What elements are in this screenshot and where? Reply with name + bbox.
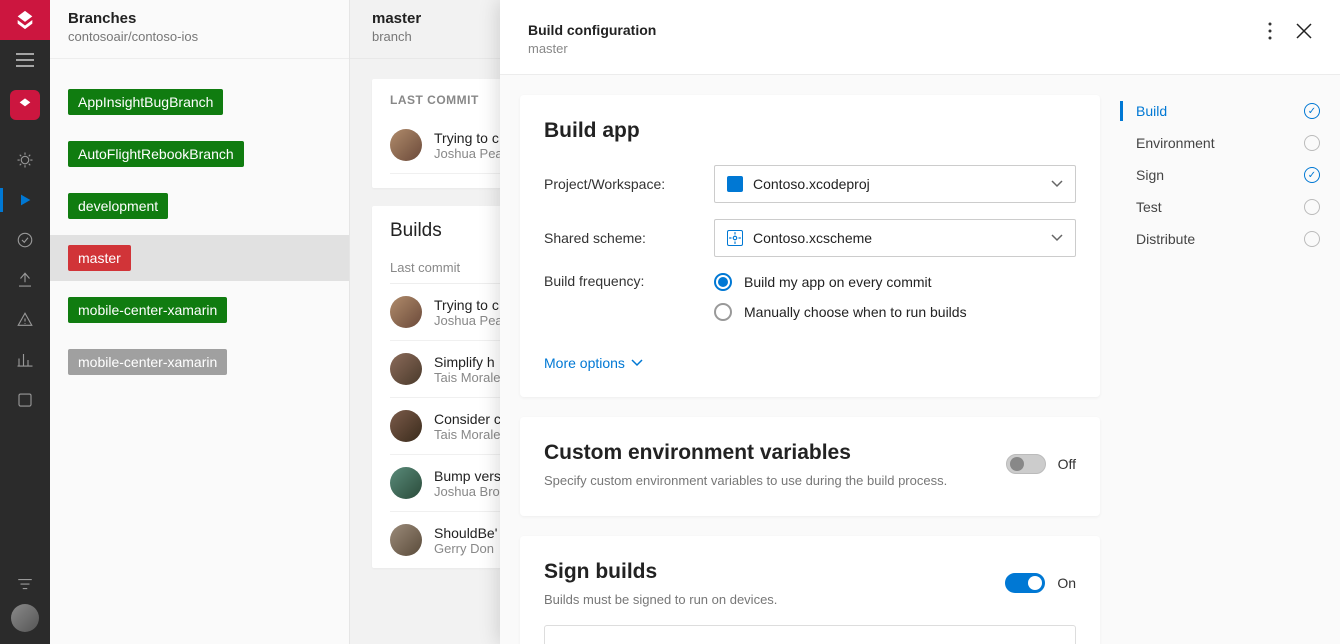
- main-column: master branch LAST COMMIT Trying to c Jo…: [350, 0, 1340, 644]
- commit-avatar: [390, 129, 422, 161]
- build-app-card: Build app Project/Workspace: Contoso.xco…: [520, 95, 1100, 397]
- branch-item[interactable]: AppInsightBugBranch: [68, 89, 223, 115]
- commit-avatar: [390, 524, 422, 556]
- radio-label: Build my app on every commit: [744, 274, 932, 290]
- user-avatar[interactable]: [11, 604, 39, 632]
- commit-avatar: [390, 353, 422, 385]
- env-desc: Specify custom environment variables to …: [544, 473, 1076, 488]
- panel-side-nav: Build Environment Sign Test Distribute: [1120, 95, 1320, 624]
- repo-path: contosoair/contoso-ios: [68, 29, 331, 44]
- project-value: Contoso.xcodeproj: [753, 176, 1041, 192]
- more-options-text: More options: [544, 355, 625, 371]
- chevron-down-icon: [631, 359, 643, 367]
- build-config-panel: Build configuration master Build app Pro…: [500, 0, 1340, 644]
- more-menu-icon[interactable]: [1268, 22, 1272, 40]
- branches-title: Branches: [68, 10, 331, 27]
- radio-icon: [714, 273, 732, 291]
- xcode-project-icon: [727, 176, 743, 192]
- branch-item[interactable]: mobile-center-xamarin: [68, 349, 227, 375]
- panel-title: Build configuration: [528, 22, 656, 38]
- commit-avatar: [390, 467, 422, 499]
- nav-analytics-icon[interactable]: [0, 340, 50, 380]
- env-toggle-state: Off: [1058, 456, 1076, 472]
- freq-option-manual[interactable]: Manually choose when to run builds: [714, 303, 1076, 321]
- hamburger-menu[interactable]: [0, 40, 50, 80]
- freq-option-every-commit[interactable]: Build my app on every commit: [714, 273, 1076, 291]
- side-nav-label: Environment: [1136, 135, 1215, 151]
- side-nav-sign[interactable]: Sign: [1120, 159, 1320, 191]
- frequency-label: Build frequency:: [544, 273, 714, 289]
- side-nav-test[interactable]: Test: [1120, 191, 1320, 223]
- env-toggle[interactable]: [1006, 454, 1046, 474]
- branches-header: Branches contosoair/contoso-ios: [50, 0, 349, 59]
- status-circle-icon: [1304, 199, 1320, 215]
- current-app-icon[interactable]: [10, 90, 40, 120]
- branch-item[interactable]: AutoFlightRebookBranch: [68, 141, 244, 167]
- side-nav-build[interactable]: Build: [1120, 95, 1320, 127]
- sign-builds-card: Sign builds On Builds must be signed to …: [520, 536, 1100, 644]
- side-nav-label: Test: [1136, 199, 1162, 215]
- side-nav-distribute[interactable]: Distribute: [1120, 223, 1320, 255]
- scheme-select[interactable]: Contoso.xcscheme: [714, 219, 1076, 257]
- scheme-label: Shared scheme:: [544, 230, 714, 246]
- more-options-link[interactable]: More options: [544, 355, 643, 371]
- scheme-value: Contoso.xcscheme: [753, 230, 1041, 246]
- panel-subtitle: master: [528, 41, 656, 56]
- nav-test-icon[interactable]: [0, 220, 50, 260]
- nav-build-icon[interactable]: [0, 180, 50, 220]
- chevron-down-icon: [1051, 234, 1063, 242]
- radio-label: Manually choose when to run builds: [744, 304, 967, 320]
- sign-desc: Builds must be signed to run on devices.: [544, 592, 1076, 607]
- sign-title: Sign builds: [544, 560, 657, 584]
- branch-list: AppInsightBugBranch AutoFlightRebookBran…: [50, 59, 349, 419]
- side-nav-label: Build: [1136, 103, 1167, 119]
- commit-avatar: [390, 410, 422, 442]
- status-done-icon: [1304, 103, 1320, 119]
- sign-toggle[interactable]: [1005, 573, 1045, 593]
- scheme-icon: [727, 230, 743, 246]
- build-app-title: Build app: [544, 119, 1076, 143]
- radio-icon: [714, 303, 732, 321]
- app-logo[interactable]: [0, 0, 50, 40]
- side-nav-label: Distribute: [1136, 231, 1195, 247]
- branches-column: Branches contosoair/contoso-ios AppInsig…: [50, 0, 350, 644]
- panel-header: Build configuration master: [500, 0, 1340, 75]
- nav-settings-icon[interactable]: [0, 380, 50, 420]
- branch-item[interactable]: mobile-center-xamarin: [68, 297, 227, 323]
- close-icon[interactable]: [1296, 23, 1312, 39]
- chevron-down-icon: [1051, 180, 1063, 188]
- branch-item-selected[interactable]: master: [50, 235, 349, 281]
- side-nav-label: Sign: [1136, 167, 1164, 183]
- env-vars-card: Custom environment variables Off Specify…: [520, 417, 1100, 516]
- status-circle-icon: [1304, 231, 1320, 247]
- project-label: Project/Workspace:: [544, 176, 714, 192]
- side-nav-environment[interactable]: Environment: [1120, 127, 1320, 159]
- env-title: Custom environment variables: [544, 441, 851, 465]
- left-nav-bar: [0, 0, 50, 644]
- nav-overview-icon[interactable]: [0, 140, 50, 180]
- sign-toggle-state: On: [1057, 575, 1076, 591]
- provisioning-box[interactable]: Provisioning profile:: [544, 625, 1076, 644]
- commit-avatar: [390, 296, 422, 328]
- status-done-icon: [1304, 167, 1320, 183]
- branch-item[interactable]: development: [68, 193, 168, 219]
- status-circle-icon: [1304, 135, 1320, 151]
- branch-tag: master: [68, 245, 131, 271]
- project-select[interactable]: Contoso.xcodeproj: [714, 165, 1076, 203]
- nav-filters-icon[interactable]: [0, 564, 50, 604]
- nav-diagnostics-icon[interactable]: [0, 300, 50, 340]
- nav-distribute-icon[interactable]: [0, 260, 50, 300]
